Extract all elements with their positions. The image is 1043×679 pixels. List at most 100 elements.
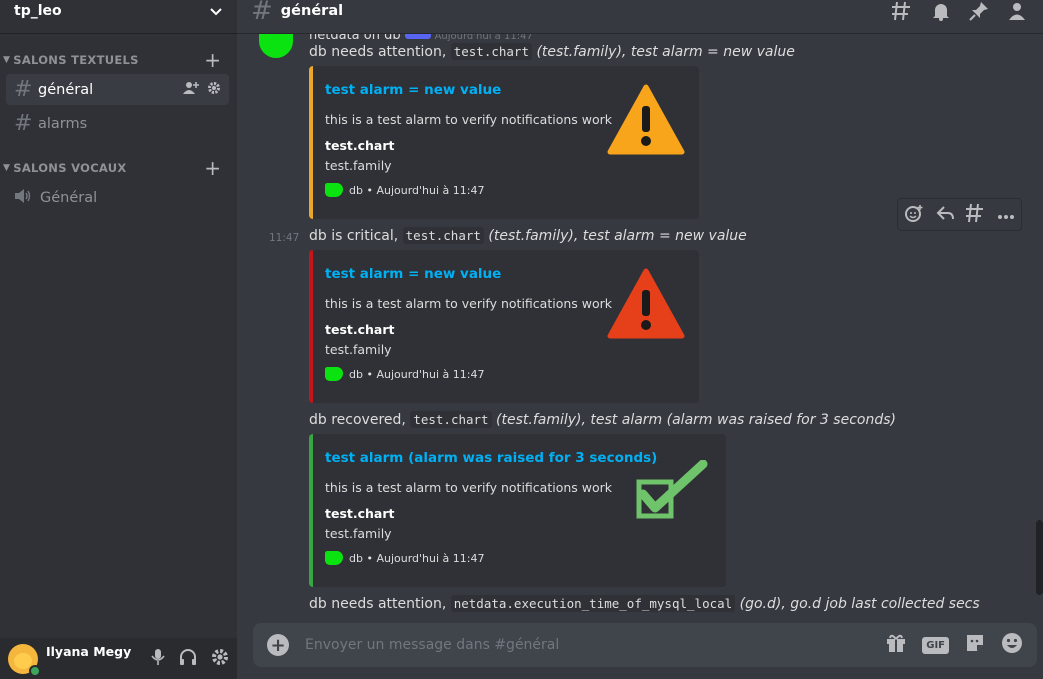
alarm-name: test alarm (alarm was raised for 3 secon…	[590, 412, 896, 428]
message-text: db recovered, test.chart (test.family), …	[309, 411, 896, 428]
members-icon[interactable]	[1007, 1, 1029, 25]
chart-code: test.chart	[450, 43, 532, 60]
author-name[interactable]: netdata on db	[309, 34, 401, 43]
embed-field-name: test.chart	[325, 322, 395, 337]
bot-badge	[404, 34, 431, 39]
app: tp_leo ▼ SALONS TEXTUELS + # général # al…	[0, 0, 1043, 679]
channel-sidebar: tp_leo ▼ SALONS TEXTUELS + # général # al…	[0, 0, 237, 679]
chevron-down-icon: ▼	[3, 163, 11, 173]
embed-description: this is a test alarm to verify notificat…	[325, 296, 613, 311]
alarm-embed: test alarm = new value this is a test al…	[309, 66, 699, 219]
message-prefix: db is critical,	[309, 228, 399, 244]
add-channel-icon[interactable]: +	[204, 50, 221, 70]
embed-description: this is a test alarm to verify notificat…	[325, 112, 613, 127]
category-text-channels[interactable]: ▼ SALONS TEXTUELS +	[0, 50, 237, 70]
message-list: netdata on db Aujourd'hui à 11:47 db need…	[237, 34, 1043, 624]
scrollbar[interactable]	[1036, 520, 1043, 595]
bell-icon[interactable]	[931, 1, 951, 25]
server-header[interactable]: tp_leo	[0, 0, 237, 34]
pin-icon[interactable]	[969, 1, 989, 25]
channel-alarms[interactable]: # alarms	[6, 108, 229, 139]
online-status-icon	[29, 664, 41, 677]
footer-icon	[325, 551, 343, 565]
message-family: (test.family),	[496, 412, 586, 428]
category-label: SALONS TEXTUELS	[13, 53, 139, 67]
add-reaction-icon[interactable]	[904, 204, 924, 226]
channel-title: général	[280, 2, 344, 19]
sticker-icon[interactable]	[965, 633, 985, 657]
message-family: (test.family),	[488, 228, 579, 244]
embed-footer: db • Aujourd'hui à 11:47	[349, 183, 485, 197]
embed-description: this is a test alarm to verify notificat…	[325, 480, 613, 495]
embed-title[interactable]: test alarm = new value	[325, 82, 501, 98]
chevron-down-icon: ▼	[3, 55, 11, 65]
reply-icon[interactable]	[936, 205, 954, 225]
chart-code: test.chart	[402, 227, 484, 244]
embed-field-value: test.family	[325, 526, 392, 541]
embed-title[interactable]: test alarm (alarm was raised for 3 secon…	[325, 450, 657, 466]
gif-button[interactable]: GIF	[922, 636, 949, 654]
critical-icon[interactable]	[607, 268, 685, 344]
message-header: netdata on db Aujourd'hui à 11:47	[309, 34, 533, 43]
channel-general[interactable]: # général	[6, 74, 229, 105]
invite-icon[interactable]	[183, 81, 199, 99]
message-prefix: db recovered,	[309, 412, 406, 428]
add-channel-icon[interactable]: +	[204, 158, 221, 178]
avatar[interactable]	[8, 643, 41, 677]
threads-icon[interactable]	[891, 1, 913, 25]
message-prefix: db needs attention,	[309, 44, 447, 60]
emoji-icon[interactable]	[1001, 632, 1023, 658]
embed-footer: db • Aujourd'hui à 11:47	[349, 551, 485, 565]
headphones-icon[interactable]	[179, 648, 197, 670]
embed-field-name: test.chart	[325, 506, 395, 521]
chart-code: netdata.execution_time_of_mysql_local	[450, 595, 736, 612]
alarm-embed: test alarm (alarm was raised for 3 secon…	[309, 434, 726, 587]
embed-title[interactable]: test alarm = new value	[325, 266, 501, 282]
server-name: tp_leo	[14, 2, 62, 19]
channel-label: alarms	[38, 115, 88, 132]
alarm-name: test alarm = new value	[630, 44, 795, 60]
voice-channel-general[interactable]: Général	[6, 182, 229, 213]
message-family: (go.d),	[739, 596, 786, 612]
embed-field-value: test.family	[325, 158, 392, 173]
timestamp: 11:47	[269, 232, 300, 244]
more-options-icon[interactable]	[997, 205, 1015, 224]
footer-icon	[325, 183, 343, 197]
category-label: SALONS VOCAUX	[13, 161, 127, 175]
message-actions-toolbar	[897, 198, 1022, 231]
embed-footer: db • Aujourd'hui à 11:47	[349, 367, 485, 381]
microphone-icon[interactable]	[151, 648, 165, 670]
create-thread-icon[interactable]	[965, 203, 985, 227]
gift-icon[interactable]	[886, 633, 906, 657]
gear-icon[interactable]	[207, 81, 221, 99]
warning-icon[interactable]	[607, 84, 685, 160]
upload-plus-icon[interactable]: +	[267, 634, 289, 656]
hash-icon: #	[14, 77, 33, 102]
alarm-embed: test alarm = new value this is a test al…	[309, 250, 699, 403]
speaker-icon	[14, 188, 32, 208]
timestamp: Aujourd'hui à 11:47	[434, 34, 533, 42]
message-composer: + Envoyer un message dans #général GIF	[253, 623, 1037, 667]
message-text: db is critical, test.chart (test.family)…	[309, 227, 747, 244]
alarm-name: go.d job last collected secs	[790, 596, 980, 612]
gear-icon[interactable]	[211, 648, 229, 670]
user-panel: Ilyana Megy	[0, 638, 237, 679]
message-input[interactable]: Envoyer un message dans #général	[305, 637, 559, 653]
bot-avatar[interactable]	[259, 34, 293, 58]
message-family: (test.family),	[536, 44, 627, 60]
embed-field-name: test.chart	[325, 138, 395, 153]
checkmark-icon[interactable]	[635, 459, 709, 526]
username: Ilyana Megy	[46, 644, 132, 659]
chart-code: test.chart	[410, 411, 492, 428]
category-voice-channels[interactable]: ▼ SALONS VOCAUX +	[0, 158, 237, 178]
embed-field-value: test.family	[325, 342, 392, 357]
message-prefix: db needs attention,	[309, 596, 447, 612]
chevron-down-icon	[209, 2, 223, 21]
channel-header: # général	[237, 0, 1043, 34]
hash-icon: #	[251, 0, 273, 26]
message-text: db needs attention, test.chart (test.fam…	[309, 43, 795, 60]
channel-label: général	[38, 81, 94, 98]
hash-icon: #	[14, 111, 33, 136]
message-text: db needs attention, netdata.execution_ti…	[309, 595, 980, 612]
alarm-name: test alarm = new value	[582, 228, 747, 244]
